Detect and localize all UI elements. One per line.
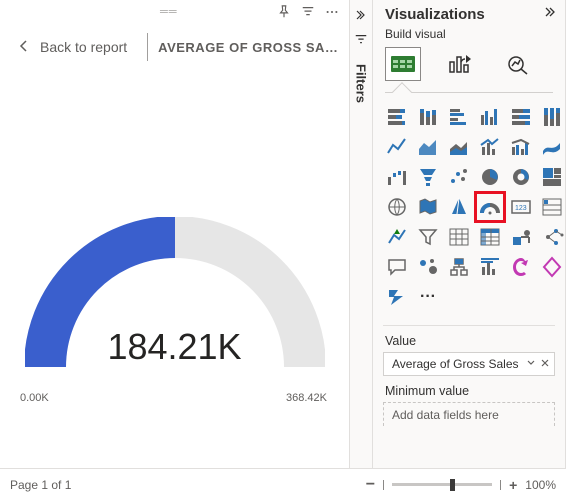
gauge-min-label: 0.00K <box>20 392 49 404</box>
gauge-visual[interactable]: 184.21K 0.00K 368.42K <box>0 120 349 420</box>
gauge-max-label: 368.42K <box>286 392 327 404</box>
filters-pane-collapsed[interactable]: Filters <box>349 0 373 468</box>
viz-icon-scatter[interactable] <box>445 163 473 191</box>
viz-icon-decomp-tree[interactable] <box>445 253 473 281</box>
viz-icon-slicer[interactable] <box>414 223 442 251</box>
viz-icon-key-influencers[interactable] <box>414 253 442 281</box>
viz-icon-waterfall[interactable] <box>383 163 411 191</box>
close-icon[interactable] <box>540 357 550 371</box>
viz-icon-gauge[interactable] <box>476 193 504 221</box>
chevron-right-icon[interactable] <box>543 7 555 22</box>
field-pill-value[interactable]: Average of Gross Sales <box>383 352 555 376</box>
viz-icon-py-visual[interactable] <box>538 223 566 251</box>
viz-icon-azure-map[interactable] <box>445 193 473 221</box>
chevron-left-icon <box>356 8 366 23</box>
zoom-tick <box>383 480 384 490</box>
min-well-label: Minimum value <box>373 376 565 402</box>
viz-icon-filled-map[interactable] <box>414 193 442 221</box>
viz-icon-donut[interactable] <box>507 163 535 191</box>
viz-icon-pie[interactable] <box>476 163 504 191</box>
grip-icon[interactable]: ══ <box>160 6 178 18</box>
svg-text:123: 123 <box>515 205 527 212</box>
viz-icon-clustered-bar[interactable] <box>445 103 473 131</box>
zoom-slider[interactable] <box>392 483 492 486</box>
viz-icon-smart-narrative[interactable] <box>476 253 504 281</box>
visualizations-pane: Visualizations Build visual 123 ··· Value… <box>373 0 566 468</box>
viz-icon-power-apps[interactable] <box>538 253 566 281</box>
viz-icon-ribbon[interactable] <box>538 133 566 161</box>
viz-icon-line-clustered-column[interactable] <box>507 133 535 161</box>
viz-icon-map[interactable] <box>383 193 411 221</box>
build-visual-label: Build visual <box>373 25 565 47</box>
viz-icon-line-stacked-column[interactable] <box>476 133 504 161</box>
viz-icon-stacked-area[interactable] <box>445 133 473 161</box>
page-title: AVERAGE OF GROSS SAL… <box>158 40 338 55</box>
chevron-down-icon[interactable] <box>526 357 536 371</box>
field-pill-text: Average of Gross Sales <box>392 357 526 371</box>
viz-icon-100-stacked-bar[interactable] <box>507 103 535 131</box>
pin-icon[interactable] <box>277 5 291 19</box>
chevron-left-icon <box>18 39 30 55</box>
viz-icon-funnel[interactable] <box>414 163 442 191</box>
back-label: Back to report <box>40 39 127 55</box>
viz-icon-clustered-column[interactable] <box>476 103 504 131</box>
viz-icon-matrix[interactable] <box>476 223 504 251</box>
viz-icon-stacked-column[interactable] <box>414 103 442 131</box>
divider <box>147 33 148 61</box>
zoom-tick <box>500 480 501 490</box>
tab-format-visual[interactable] <box>443 47 479 81</box>
viz-more-button[interactable]: ··· <box>414 283 442 311</box>
drop-placeholder: Add data fields here <box>392 408 499 422</box>
visualizations-title: Visualizations <box>385 6 485 23</box>
viz-icon-area[interactable] <box>414 133 442 161</box>
viz-icon-stacked-bar[interactable] <box>383 103 411 131</box>
visual-toolbar: ══ <box>0 0 349 24</box>
tab-build-visual[interactable] <box>385 47 421 81</box>
viz-icon-paginated[interactable] <box>507 253 535 281</box>
back-to-report-button[interactable]: Back to report <box>8 39 137 55</box>
filter-icon[interactable] <box>301 5 315 19</box>
filter-icon <box>354 33 368 50</box>
viz-icon-table[interactable] <box>445 223 473 251</box>
viz-icon-r-visual[interactable] <box>507 223 535 251</box>
viz-icon-power-automate[interactable] <box>383 283 411 311</box>
viz-icon-kpi[interactable] <box>383 223 411 251</box>
status-bar: Page 1 of 1 − + 100% <box>0 468 566 500</box>
viz-icon-multi-row-card[interactable] <box>538 193 566 221</box>
zoom-out-button[interactable]: − <box>366 477 375 493</box>
viz-icon-qna[interactable] <box>383 253 411 281</box>
viz-icon-line[interactable] <box>383 133 411 161</box>
gauge-value: 184.21K <box>107 326 241 368</box>
page-indicator: Page 1 of 1 <box>10 478 71 492</box>
viz-icon-treemap[interactable] <box>538 163 566 191</box>
viz-icon-card[interactable]: 123 <box>507 193 535 221</box>
zoom-percent: 100% <box>525 478 556 492</box>
filters-label: Filters <box>354 64 369 103</box>
value-well-label: Value <box>373 326 565 352</box>
min-well-drop[interactable]: Add data fields here <box>383 402 555 426</box>
tab-analytics[interactable] <box>501 47 537 81</box>
more-icon[interactable] <box>325 5 339 19</box>
zoom-in-button[interactable]: + <box>509 478 517 492</box>
viz-icon-100-stacked-column[interactable] <box>538 103 566 131</box>
